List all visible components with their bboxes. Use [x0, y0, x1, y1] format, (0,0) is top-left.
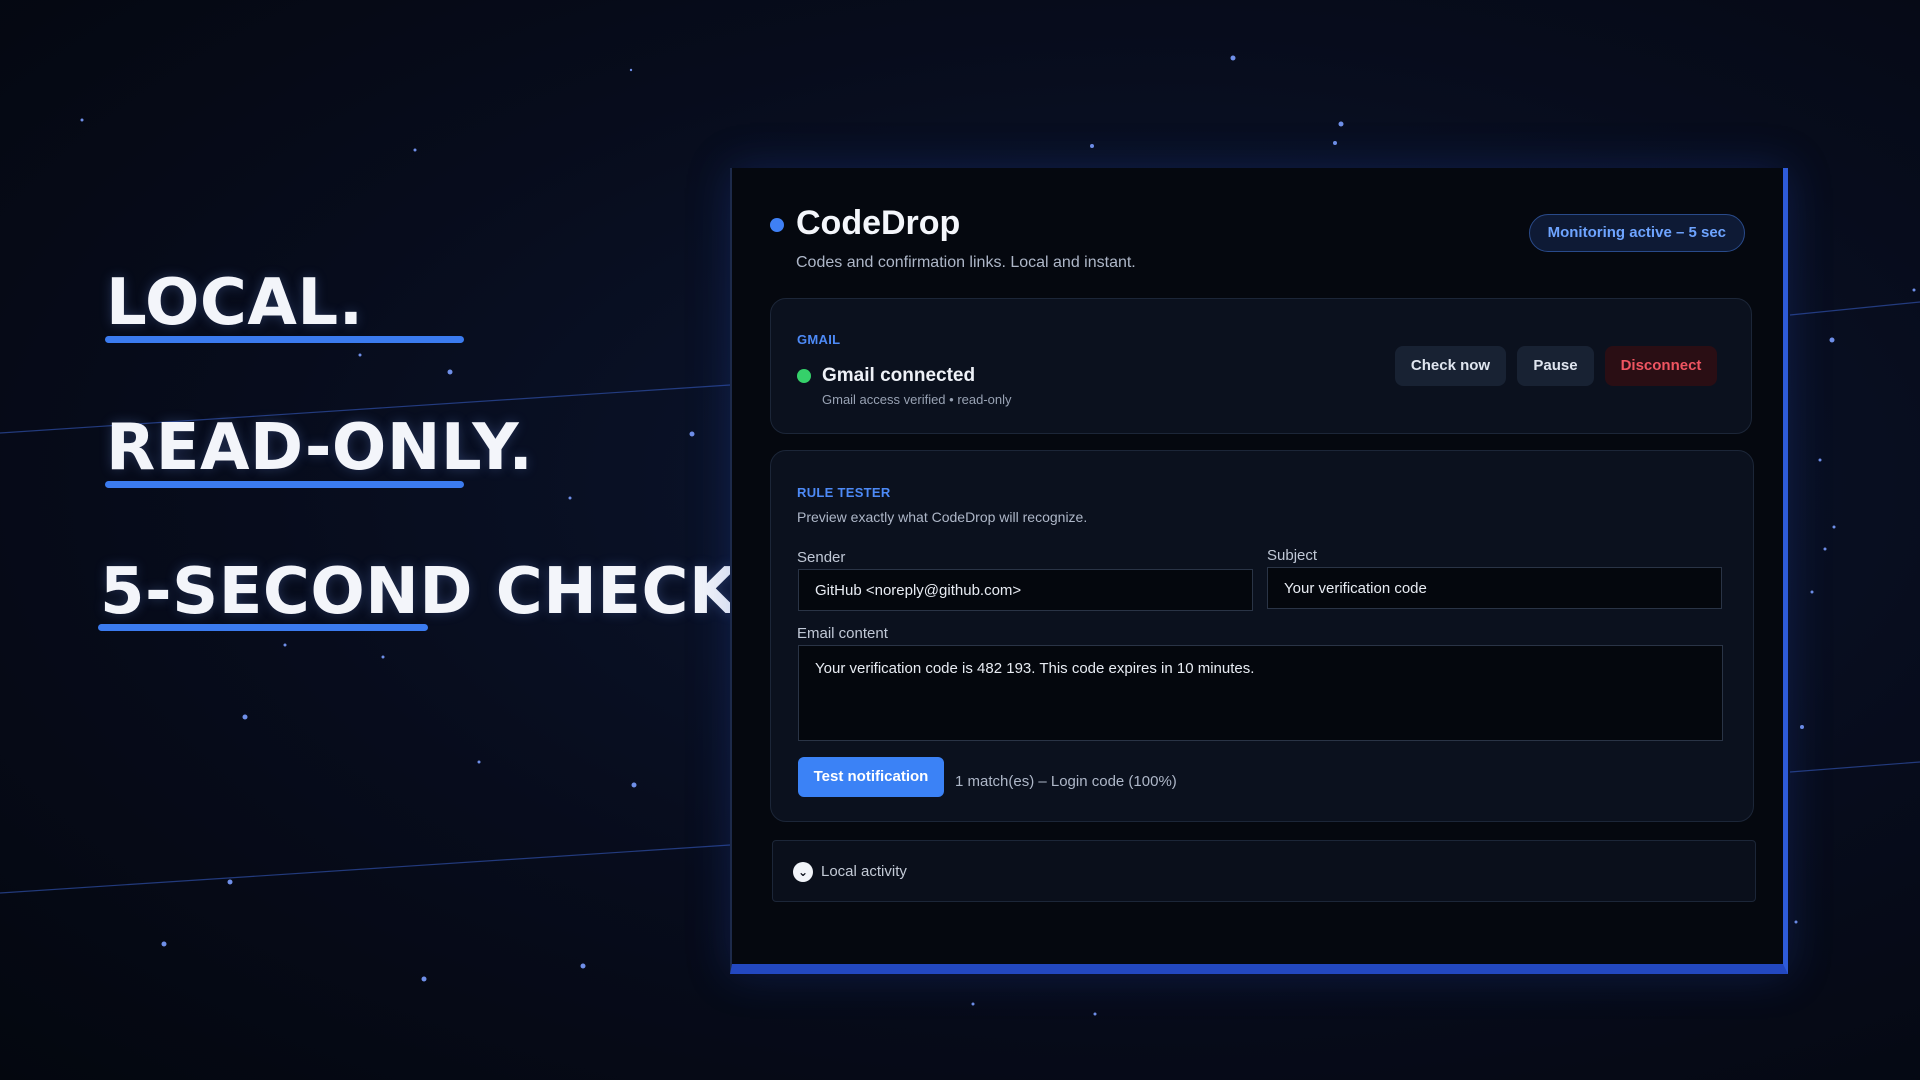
gmail-card: GMAIL Gmail connected Gmail access verif… — [770, 298, 1752, 434]
test-notification-button[interactable]: Test notification — [798, 757, 944, 797]
email-content-label: Email content — [797, 625, 888, 642]
rule-tester-description: Preview exactly what CodeDrop will recog… — [797, 509, 1088, 525]
disconnect-button[interactable]: Disconnect — [1605, 346, 1717, 386]
app-title: CodeDrop — [796, 204, 961, 242]
slogan-five-second-checks: 5-SECOND CHECKS. — [100, 555, 811, 629]
sender-label: Sender — [797, 549, 846, 566]
local-activity-label: Local activity — [821, 863, 907, 880]
subject-input[interactable] — [1267, 567, 1722, 609]
rule-tester-section-label: RULE TESTER — [797, 485, 891, 500]
blue-dot-icon — [770, 218, 784, 232]
sender-input[interactable] — [798, 569, 1253, 611]
slogan-local: LOCAL. — [106, 266, 364, 340]
rule-tester-card: RULE TESTER Preview exactly what CodeDro… — [770, 450, 1754, 822]
gmail-status-subtitle: Gmail access verified • read-only — [822, 392, 1012, 407]
slogan-read-only: READ-ONLY. — [106, 411, 534, 485]
local-activity-toggle[interactable]: ⌄ Local activity — [772, 840, 1756, 902]
gmail-section-label: GMAIL — [797, 332, 841, 347]
pause-button[interactable]: Pause — [1517, 346, 1594, 386]
chevron-down-icon[interactable]: ⌄ — [793, 862, 813, 882]
app-window: CodeDrop Codes and confirmation links. L… — [730, 168, 1788, 974]
subject-label: Subject — [1267, 547, 1318, 564]
monitoring-status-badge: Monitoring active – 5 sec — [1528, 214, 1745, 252]
app-subtitle: Codes and confirmation links. Local and … — [796, 254, 1136, 271]
slogan-underline-checks — [98, 624, 428, 631]
slogan-underline-local — [105, 336, 464, 343]
match-result-text: 1 match(es) – Login code (100%) — [955, 773, 1177, 790]
slogan-underline-read-only — [105, 481, 464, 488]
green-dot-icon — [797, 369, 811, 383]
check-now-button[interactable]: Check now — [1395, 346, 1506, 386]
email-content-textarea[interactable]: Your verification code is 482 193. This … — [798, 645, 1723, 741]
gmail-status-title: Gmail connected — [822, 365, 976, 386]
